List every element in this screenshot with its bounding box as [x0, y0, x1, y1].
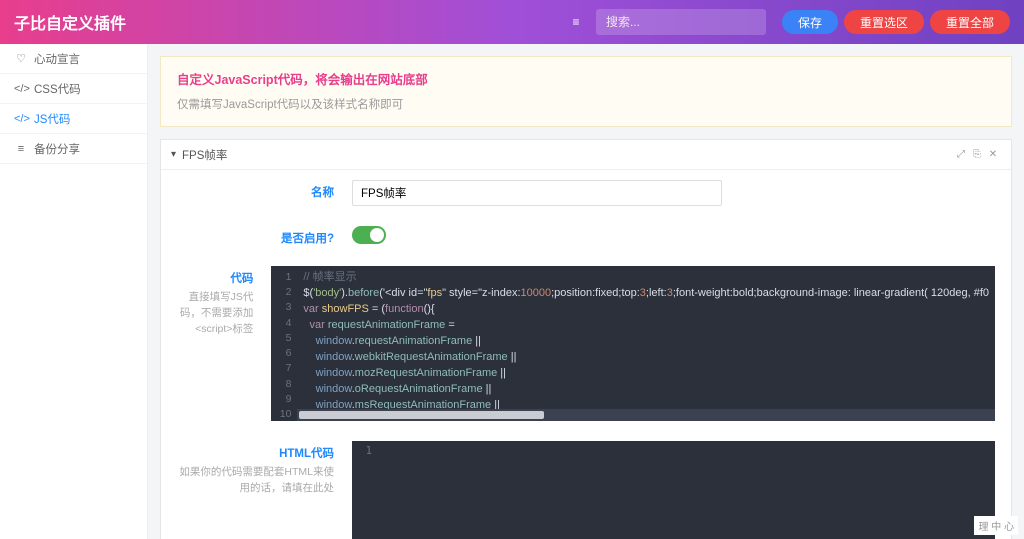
panel-header[interactable]: ▾ FPS帧率 ⤢ ⎘ ✕	[161, 140, 1011, 170]
sidebar-item-css[interactable]: </> CSS代码	[0, 74, 147, 104]
label-html: HTML代码 如果你的代码需要配套HTML来使用的话，请填在此处	[177, 441, 352, 539]
html-editor[interactable]: 1	[352, 441, 995, 539]
name-input[interactable]	[352, 180, 722, 206]
copy-icon[interactable]: ⎘	[969, 149, 985, 160]
notice-title: 自定义JavaScript代码，将会输出在网站底部	[177, 69, 995, 88]
row-code: 代码 直接填写JS代码，不需要添加<script>标签 123456789101…	[161, 256, 1011, 431]
expand-icon[interactable]: ⤢	[953, 149, 969, 160]
close-icon[interactable]: ✕	[985, 149, 1001, 160]
sidebar: ♡ 心动宣言 </> CSS代码 </> JS代码 ≡ 备份分享	[0, 44, 148, 539]
sidebar-item-js[interactable]: </> JS代码	[0, 104, 147, 134]
sidebar-item-backup[interactable]: ≡ 备份分享	[0, 134, 147, 164]
main-content: 自定义JavaScript代码，将会输出在网站底部 仅需填写JavaScript…	[148, 44, 1024, 539]
sidebar-item-label: 心动宣言	[34, 51, 80, 67]
sidebar-item-label: CSS代码	[34, 81, 81, 97]
row-enable: 是否启用?	[161, 216, 1011, 256]
row-name: 名称	[161, 170, 1011, 216]
reset-selection-button[interactable]: 重置选区	[844, 10, 924, 34]
ime-indicator: 理 中 心	[974, 516, 1018, 535]
chevron-down-icon: ▾	[171, 149, 176, 160]
code-editor[interactable]: 1234567891011121314 // 帧率显示 $('body').be…	[271, 266, 995, 421]
list-icon: ≡	[14, 143, 28, 155]
label-code: 代码 直接填写JS代码，不需要添加<script>标签	[177, 266, 271, 421]
sidebar-item-label: 备份分享	[34, 141, 80, 157]
code-icon: </>	[14, 83, 28, 95]
save-button[interactable]: 保存	[782, 10, 838, 34]
reset-all-button[interactable]: 重置全部	[930, 10, 1010, 34]
label-name: 名称	[177, 180, 352, 206]
app-title: 子比自定义插件	[14, 10, 564, 34]
enable-toggle[interactable]	[352, 226, 386, 244]
notice-box: 自定义JavaScript代码，将会输出在网站底部 仅需填写JavaScript…	[160, 56, 1012, 127]
code-gutter: 1234567891011121314	[271, 266, 297, 421]
panel-title: FPS帧率	[182, 147, 227, 163]
label-enable: 是否启用?	[177, 226, 352, 246]
sidebar-item-favorites[interactable]: ♡ 心动宣言	[0, 44, 147, 74]
notice-sub: 仅需填写JavaScript代码以及该样式名称即可	[177, 96, 995, 112]
menu-icon[interactable]: ≡	[564, 10, 588, 34]
panel: ▾ FPS帧率 ⤢ ⎘ ✕ 名称 是否启用? 代码 直接填写JS代码，不需要添加	[160, 139, 1012, 539]
row-html: HTML代码 如果你的代码需要配套HTML来使用的话，请填在此处 1	[161, 431, 1011, 539]
sidebar-item-label: JS代码	[34, 111, 70, 127]
heart-icon: ♡	[14, 52, 28, 65]
code-icon: </>	[14, 113, 28, 125]
html-gutter: 1	[352, 441, 378, 457]
label-html-sub: 如果你的代码需要配套HTML来使用的话，请填在此处	[177, 465, 334, 497]
search-input[interactable]	[596, 9, 766, 35]
header: 子比自定义插件 ≡ 保存 重置选区 重置全部	[0, 0, 1024, 44]
horizontal-scrollbar[interactable]	[297, 409, 995, 421]
label-code-sub: 直接填写JS代码，不需要添加<script>标签	[177, 290, 253, 337]
code-body[interactable]: // 帧率显示 $('body').before('<div id="fps" …	[297, 266, 995, 421]
